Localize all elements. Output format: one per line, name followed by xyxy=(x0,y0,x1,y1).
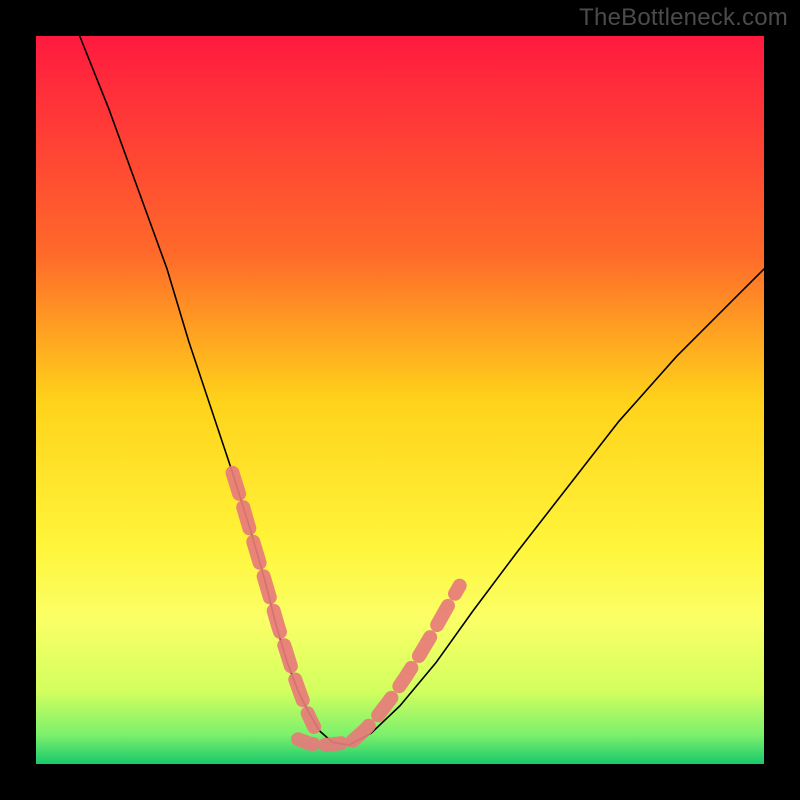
trough-dots xyxy=(298,739,353,745)
watermark-text: TheBottleneck.com xyxy=(579,4,788,32)
plot-area xyxy=(36,36,764,764)
chart-frame: TheBottleneck.com xyxy=(0,0,800,800)
chart-svg xyxy=(36,36,764,764)
